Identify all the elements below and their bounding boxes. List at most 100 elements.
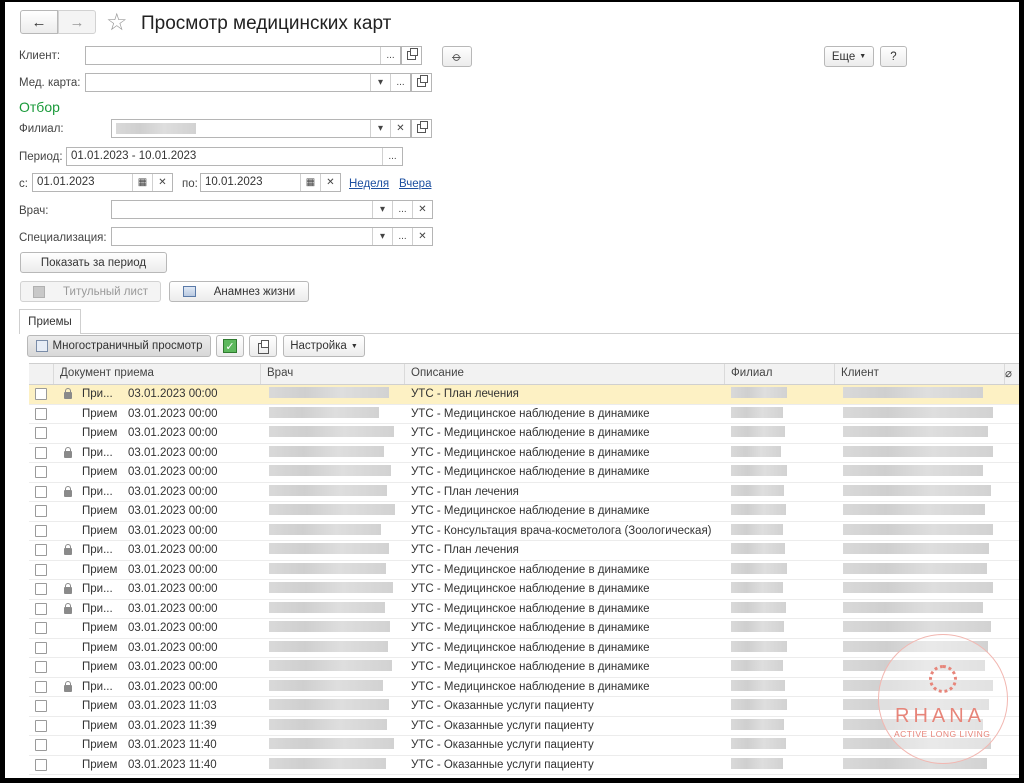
col-branch[interactable]: Филиал (725, 364, 835, 384)
doctor-dropdown-button[interactable]: ▾ (372, 201, 392, 218)
doctor-field[interactable]: ▾ ... ✕ (111, 200, 433, 219)
client-select-button[interactable]: ... (380, 47, 400, 64)
row-checkbox[interactable] (35, 739, 47, 752)
to-date-clear-button[interactable]: ✕ (320, 174, 340, 191)
row-checkbox-cell (29, 407, 54, 420)
medcard-select-button[interactable]: ... (390, 74, 410, 91)
row-checkbox[interactable] (35, 446, 47, 459)
star-icon[interactable]: ☆ (106, 8, 128, 37)
table-row[interactable]: Прием 03.01.2023 11:03 УТС - Оказанные усл… (29, 697, 1019, 717)
forward-button[interactable]: → (58, 10, 96, 34)
col-client[interactable]: Клиент (835, 364, 1005, 384)
branch-open-button[interactable] (411, 119, 432, 138)
spec-dropdown-button[interactable]: ▾ (372, 228, 392, 245)
table-row[interactable]: Прием 03.01.2023 00:00 УТС - Медицинское н… (29, 658, 1019, 678)
tab-receptions[interactable]: Приемы (19, 309, 81, 334)
back-button[interactable]: ← (20, 10, 58, 34)
doctor-clear-button[interactable]: ✕ (412, 201, 432, 218)
row-checkbox[interactable] (35, 427, 47, 440)
medcard-field[interactable]: ▾ ... (85, 73, 411, 92)
table-row[interactable]: Прием 03.01.2023 00:00 УТС - Консультация … (29, 522, 1019, 541)
row-checkbox[interactable] (35, 758, 47, 771)
table-row[interactable]: Прием 03.01.2023 00:00 УТС - Медицинское н… (29, 502, 1019, 522)
spec-clear-button[interactable]: ✕ (412, 228, 432, 245)
row-checkbox[interactable] (35, 485, 47, 498)
show-period-button[interactable]: Показать за период (20, 252, 167, 273)
title-sheet-button[interactable]: Титульный лист (20, 281, 161, 302)
client-field[interactable]: ... (85, 46, 401, 65)
description-cell: УТС - Медицинское наблюдение в динамике (411, 407, 650, 420)
col-doctor[interactable]: Врач (261, 364, 405, 384)
check-all-button[interactable]: ✓ (216, 335, 244, 357)
row-checkbox[interactable] (35, 700, 47, 713)
medcard-open-button[interactable] (411, 73, 432, 92)
settings-button[interactable]: Настройка ▼ (283, 335, 365, 357)
medcard-dropdown-button[interactable]: ▾ (370, 74, 390, 91)
row-checkbox[interactable] (35, 583, 47, 596)
table-row[interactable]: Прием 03.01.2023 00:00 УТС - Медицинское н… (29, 405, 1019, 424)
calendar-icon[interactable]: ▦ (132, 174, 152, 191)
row-checkbox[interactable] (35, 622, 47, 635)
from-date-clear-button[interactable]: ✕ (152, 174, 172, 191)
table-row[interactable]: При... 03.01.2023 00:00 УТС - План лечения (29, 541, 1019, 561)
yesterday-link[interactable]: Вчера (399, 178, 431, 190)
help-button[interactable]: ? (880, 46, 907, 67)
doctor-select-button[interactable]: ... (392, 201, 412, 218)
row-checkbox[interactable] (35, 602, 47, 615)
anamnesis-button[interactable]: Анамнез жизни (169, 281, 309, 302)
row-checkbox[interactable] (35, 661, 47, 674)
client-open-button[interactable] (401, 46, 422, 65)
watermark-tagline: ACTIVE LONG LIVING (894, 729, 991, 739)
doc-type: Прием (82, 700, 118, 713)
to-label: по: (182, 178, 198, 190)
row-checkbox[interactable] (35, 544, 47, 557)
multipage-view-button[interactable]: Многостраничный просмотр (27, 335, 211, 357)
attach-button[interactable]: ⌀ (442, 46, 472, 67)
col-document[interactable]: Документ приема (54, 364, 261, 384)
doc-date: 03.01.2023 00:00 (128, 641, 218, 654)
branch-label: Филиал: (19, 123, 64, 135)
from-date-value: 01.01.2023 (37, 176, 95, 188)
table-row[interactable]: При... 03.01.2023 00:00 УТС - План лечения (29, 483, 1019, 502)
from-date-field[interactable]: 01.01.2023 ▦ ✕ (32, 173, 173, 192)
table-row[interactable]: При... 03.01.2023 00:00 УТС - План лечения (29, 385, 1019, 405)
period-select-button[interactable]: ... (382, 148, 402, 165)
copy-button[interactable] (249, 335, 277, 357)
branch-cell (725, 543, 835, 557)
table-row[interactable]: Прием 03.01.2023 00:00 УТС - Медицинское н… (29, 463, 1019, 483)
table-row[interactable]: Прием 03.01.2023 00:00 УТС - Медицинское н… (29, 424, 1019, 444)
table-row[interactable]: Прием 03.01.2023 00:00 УТС - Медицинское н… (29, 619, 1019, 639)
more-button[interactable]: Еще ▼ (824, 46, 874, 67)
table-row[interactable]: Прием 03.01.2023 00:00 УТС - Медицинское н… (29, 561, 1019, 580)
table-row[interactable]: При... 03.01.2023 00:00 УТС - Медицинское … (29, 444, 1019, 463)
row-checkbox[interactable] (35, 719, 47, 732)
doctor-cell (261, 523, 405, 538)
table-row[interactable]: Прием 03.01.2023 11:39 УТС - Оказанные усл… (29, 717, 1019, 736)
row-checkbox[interactable] (35, 388, 47, 401)
table-row[interactable]: Прием 03.01.2023 11:40 УТС - Оказанные усл… (29, 756, 1019, 775)
table-row[interactable]: Прием 03.01.2023 11:40 УТС - Оказанные усл… (29, 736, 1019, 756)
period-field[interactable]: 01.01.2023 - 10.01.2023 ... (66, 147, 403, 166)
doc-date: 03.01.2023 00:00 (128, 583, 218, 596)
calendar-icon[interactable]: ▦ (300, 174, 320, 191)
branch-dropdown-button[interactable]: ▾ (370, 120, 390, 137)
spec-select-button[interactable]: ... (392, 228, 412, 245)
branch-clear-button[interactable]: ✕ (390, 120, 410, 137)
table-row[interactable]: При... 03.01.2023 00:00 УТС - Медицинское … (29, 580, 1019, 600)
spec-field[interactable]: ▾ ... ✕ (111, 227, 433, 246)
row-checkbox[interactable] (35, 466, 47, 479)
col-description[interactable]: Описание (405, 364, 725, 384)
to-date-field[interactable]: 10.01.2023 ▦ ✕ (200, 173, 341, 192)
table-row[interactable]: При... 03.01.2023 00:00 УТС - Медицинское … (29, 678, 1019, 697)
row-checkbox[interactable] (35, 641, 47, 654)
row-checkbox[interactable] (35, 505, 47, 518)
table-row[interactable]: Прием 03.01.2023 00:00 УТС - Медицинское н… (29, 639, 1019, 658)
branch-field[interactable]: ▾ ✕ (111, 119, 411, 138)
doc-type: При... (82, 602, 113, 615)
row-checkbox[interactable] (35, 407, 47, 420)
table-row[interactable]: При... 03.01.2023 00:00 УТС - Медицинское … (29, 600, 1019, 619)
row-checkbox[interactable] (35, 524, 47, 537)
row-checkbox[interactable] (35, 563, 47, 576)
week-link[interactable]: Неделя (349, 178, 389, 190)
row-checkbox[interactable] (35, 680, 47, 693)
